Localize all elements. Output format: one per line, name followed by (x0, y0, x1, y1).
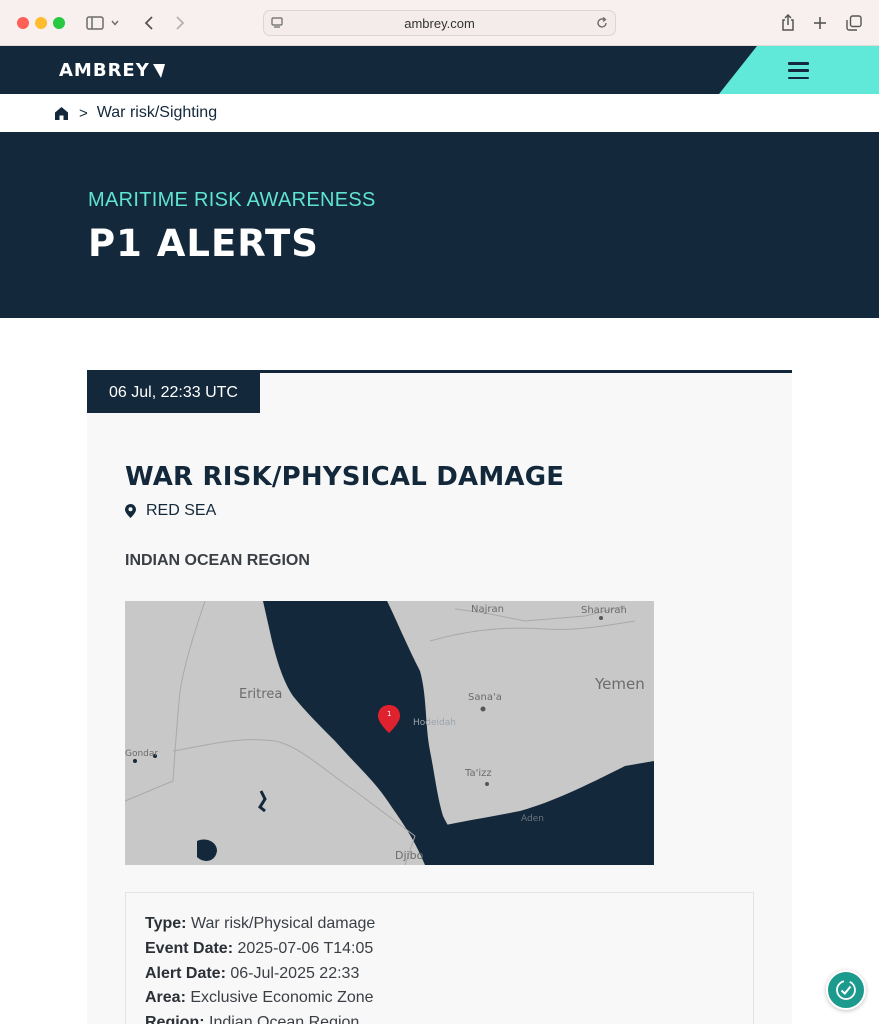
ambrey-logo[interactable]: AMBREY (59, 60, 165, 81)
logo-mark-icon (152, 63, 165, 78)
page-settings-icon[interactable] (270, 16, 284, 30)
detail-label: Region: (145, 1014, 205, 1024)
map-label-sharurah: Sharurah (581, 605, 627, 616)
zoom-window-button[interactable] (53, 17, 65, 29)
region-heading: INDIAN OCEAN REGION (125, 552, 310, 569)
detail-event-date: Event Date: 2025-07-06 T14:05 (145, 937, 734, 962)
map-label-djibouti: Djibo (395, 849, 424, 862)
alert-date-tag: 06 Jul, 22:33 UTC (87, 373, 260, 413)
minimize-window-button[interactable] (35, 17, 47, 29)
url-text: ambrey.com (404, 15, 475, 31)
detail-label: Area: (145, 989, 186, 1007)
hamburger-menu-icon[interactable] (788, 62, 809, 79)
home-icon[interactable] (54, 106, 69, 121)
map-label-aden: Aden (521, 814, 544, 824)
detail-value: 06-Jul-2025 22:33 (230, 964, 360, 982)
site-header: AMBREY (0, 46, 879, 94)
menu-panel[interactable] (719, 46, 879, 94)
location-text: RED SEA (146, 502, 217, 519)
alert-card: 06 Jul, 22:33 UTC WAR RISK/PHYSICAL DAMA… (87, 370, 792, 1024)
detail-value: Exclusive Economic Zone (190, 989, 374, 1007)
detail-label: Type: (145, 915, 187, 932)
page-title: P1 ALERTS (88, 222, 319, 265)
browser-toolbar: ambrey.com (0, 0, 879, 46)
detail-value: 2025-07-06 T14:05 (237, 939, 374, 957)
location-pin-icon (125, 504, 136, 518)
breadcrumb-separator: > (79, 104, 88, 122)
alert-location: RED SEA (125, 502, 216, 520)
map-graphic (125, 601, 654, 865)
map-label-sanaa: Sana'a (468, 692, 502, 703)
detail-type: Type: War risk/Physical damage (145, 912, 734, 937)
map-label-yemen: Yemen (595, 675, 645, 693)
tab-overview-icon[interactable] (843, 12, 865, 34)
cookie-consent-button[interactable] (826, 970, 866, 1010)
breadcrumb: > War risk/Sighting (0, 94, 879, 132)
breadcrumb-current[interactable]: War risk/Sighting (97, 104, 217, 122)
detail-value: Indian Ocean Region (209, 1014, 360, 1024)
chevron-down-icon[interactable] (108, 12, 122, 34)
consent-check-icon (836, 980, 856, 1000)
detail-region: Region: Indian Ocean Region (145, 1011, 734, 1024)
map-label-taizz: Ta'izz (465, 768, 492, 779)
detail-label: Alert Date: (145, 964, 226, 982)
map-label-gondar: Gondar (125, 749, 159, 759)
logo-text: AMBREY (59, 60, 150, 81)
hero-kicker: MARITIME RISK AWARENESS (88, 189, 376, 211)
detail-value: War risk/Physical damage (190, 915, 376, 932)
alert-title: WAR RISK/PHYSICAL DAMAGE (125, 462, 565, 492)
reload-icon[interactable] (595, 16, 609, 30)
map-marker-count[interactable]: 1 (387, 710, 391, 718)
hero-banner: MARITIME RISK AWARENESS P1 ALERTS (0, 132, 879, 318)
map-label-hodeidah: Hodeidah (413, 718, 456, 728)
sidebar-toggle-icon[interactable] (84, 12, 106, 34)
detail-area: Area: Exclusive Economic Zone (145, 986, 734, 1011)
map-label-najran: Najran (471, 604, 504, 615)
share-icon[interactable] (777, 12, 799, 34)
alert-details: Type: War risk/Physical damage Event Dat… (125, 892, 754, 1024)
map-label-eritrea: Eritrea (239, 687, 283, 702)
address-bar[interactable]: ambrey.com (263, 10, 616, 36)
back-icon[interactable] (138, 12, 160, 34)
detail-label: Event Date: (145, 939, 234, 957)
close-window-button[interactable] (17, 17, 29, 29)
detail-alert-date: Alert Date: 06-Jul-2025 22:33 (145, 962, 734, 987)
alert-map[interactable]: Najran Sharurah Eritrea Yemen Sana'a Hod… (125, 601, 654, 865)
forward-icon[interactable] (169, 12, 191, 34)
new-tab-icon[interactable] (809, 12, 831, 34)
